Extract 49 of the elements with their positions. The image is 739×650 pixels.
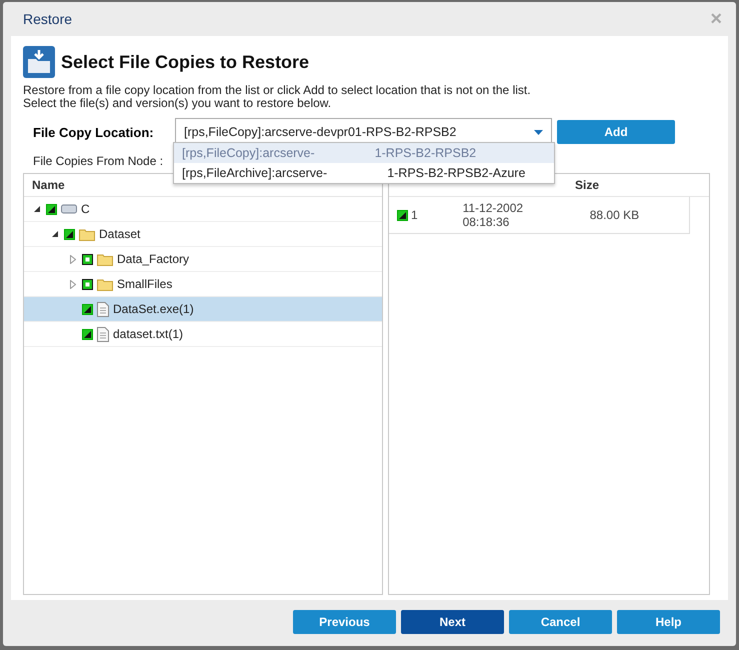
collapse-icon[interactable]	[52, 231, 58, 237]
node-label: File Copies From Node :	[33, 154, 164, 168]
tree-label: Dataset	[99, 227, 140, 241]
checkbox[interactable]	[397, 210, 408, 220]
checkbox[interactable]	[82, 328, 93, 340]
folder-icon	[97, 252, 113, 266]
wizard-button[interactable]: Next	[401, 610, 504, 634]
folder-icon	[79, 228, 95, 240]
column-header: Size	[574, 178, 600, 192]
tree-label: DataSet.exe(1)	[113, 302, 194, 316]
table-cell: 11-12-2002 08:18:36	[462, 201, 524, 229]
tree-row[interactable]: DataSet.exe(1)	[24, 297, 382, 322]
column-header: Name	[31, 178, 65, 192]
instruction-text: Select the file(s) and version(s) you want to restore below.	[23, 97, 332, 110]
document-icon	[97, 302, 109, 316]
restore-folder-icon	[23, 46, 55, 78]
window-title: Restore	[23, 11, 72, 27]
document-icon	[97, 326, 109, 342]
dropdown-option[interactable]: [rps,FileArchive]:arcserve- 1-RPS-B2-RPSB2-Azure	[174, 163, 554, 183]
tree-row[interactable]: dataset.txt(1)	[24, 322, 382, 347]
tree-label: C	[81, 202, 90, 216]
checkbox[interactable]	[64, 228, 75, 240]
field-label: File Copy Location:	[33, 124, 155, 140]
add-button[interactable]: Add	[557, 120, 675, 144]
table-cell: 1	[411, 208, 418, 222]
instruction-text: Restore from a file copy location from the list or click Add to select location that is not on the list.	[23, 84, 532, 97]
tree-row[interactable]: Dataset	[24, 222, 382, 247]
version-row[interactable]: 1 11-12-2002 08:18:36 88.00 KB	[389, 197, 690, 234]
checkbox[interactable]	[82, 304, 93, 314]
tree-row[interactable]: Data_Factory	[24, 247, 382, 272]
checkbox[interactable]	[82, 254, 93, 264]
tree-label: Data_Factory	[117, 252, 190, 266]
dropdown-option[interactable]: [rps,FileCopy]:arcserve- 1-RPS-B2-RPSB2	[174, 143, 554, 163]
expand-icon[interactable]	[70, 254, 76, 264]
folder-icon	[97, 278, 113, 290]
checkbox[interactable]	[82, 278, 93, 290]
page-heading: Select File Copies to Restore	[61, 52, 310, 72]
wizard-button[interactable]: Previous	[293, 610, 396, 634]
tree-row[interactable]: C	[24, 197, 382, 222]
table-cell: 88.00 KB	[590, 208, 640, 222]
wizard-button[interactable]: Cancel	[509, 610, 612, 634]
wizard-button[interactable]: Help	[617, 610, 720, 634]
caret-icon	[534, 130, 543, 134]
tree-label: dataset.txt(1)	[113, 327, 184, 341]
tree-label: SmallFiles	[117, 277, 172, 291]
collapse-icon[interactable]	[34, 206, 40, 212]
drive-icon	[61, 204, 77, 214]
expand-icon[interactable]	[70, 280, 76, 288]
checkbox[interactable]	[46, 204, 57, 214]
